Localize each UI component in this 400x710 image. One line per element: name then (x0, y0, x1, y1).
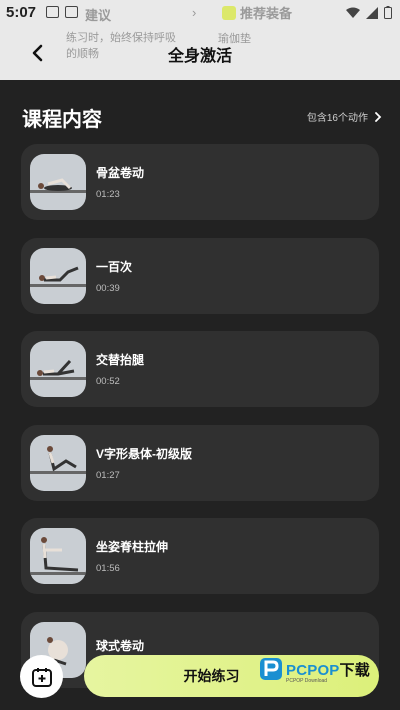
exercise-item[interactable]: 骨盆卷动 01:23 (21, 144, 379, 220)
exercise-duration: 01:23 (96, 189, 120, 200)
watermark-logo-icon (260, 658, 282, 680)
calendar-add-icon (31, 667, 52, 687)
section-meta-link[interactable]: 包含16个动作 (307, 109, 382, 124)
top-bar: 5:07 建议 › 推荐装备 练习时，始终保持呼吸的顺畅 瑜伽垫 全身激活 (0, 0, 400, 80)
watermark-subtext: PCPOP Download (286, 678, 328, 684)
overlay-left-label: 建议 (85, 8, 112, 23)
wifi-icon (346, 7, 360, 18)
calendar-button[interactable] (20, 655, 63, 698)
exercise-name: 一百次 (96, 259, 133, 274)
battery-icon (384, 6, 392, 19)
exercise-thumbnail (30, 528, 86, 584)
signal-icon (366, 6, 378, 19)
status-notification-icons (46, 6, 78, 18)
start-practice-label: 开始练习 (183, 668, 240, 684)
exercise-thumbnail (30, 341, 86, 397)
exercise-name: 交替抬腿 (96, 353, 145, 367)
section-title: 课程内容 (22, 109, 102, 131)
text-icon (65, 6, 78, 18)
section-meta-label: 包含16个动作 (306, 113, 368, 124)
exercise-thumbnail (30, 247, 86, 304)
watermark-text: PCPOP下载 (286, 661, 370, 679)
chevron-right-icon: › (192, 5, 197, 20)
exercise-item[interactable]: 坐姿脊柱拉伸 01:56 (21, 518, 379, 594)
exercise-thumbnail (30, 434, 86, 491)
exercise-duration: 01:27 (96, 469, 120, 481)
overlay-right-label: 推荐装备 (240, 6, 293, 21)
status-bar: 5:07 (0, 0, 400, 26)
exercise-list: 骨盆卷动 01:23 一百次 00:39 交替抬腿 00:52 V字形悬体-初级… (21, 144, 379, 705)
exercise-duration: 00:39 (96, 282, 120, 294)
exercise-name: 坐姿脊柱拉伸 (96, 540, 169, 554)
exercise-name: V字形悬体-初级版 (96, 446, 193, 461)
chevron-right-icon (375, 111, 382, 122)
exercise-name: 骨盆卷动 (96, 166, 145, 180)
exercise-name: 球式卷动 (96, 639, 145, 653)
exercise-item[interactable]: V字形悬体-初级版 01:27 (21, 424, 379, 501)
status-time: 5:07 (6, 4, 37, 21)
exercise-duration: 00:52 (96, 376, 120, 387)
status-system-icons (346, 6, 392, 19)
equipment-icon (222, 5, 236, 20)
exercise-thumbnail (30, 154, 86, 210)
exercise-duration: 01:56 (96, 563, 120, 574)
exercise-item[interactable]: 交替抬腿 00:52 (21, 331, 379, 407)
overlay-right-label-group: 推荐装备 (222, 3, 292, 22)
watermark: PCPOP下载 PCPOP Download (258, 656, 370, 684)
exercise-item[interactable]: 一百次 00:39 (21, 237, 379, 314)
image-icon (46, 6, 59, 18)
page-title: 全身激活 (167, 48, 232, 65)
